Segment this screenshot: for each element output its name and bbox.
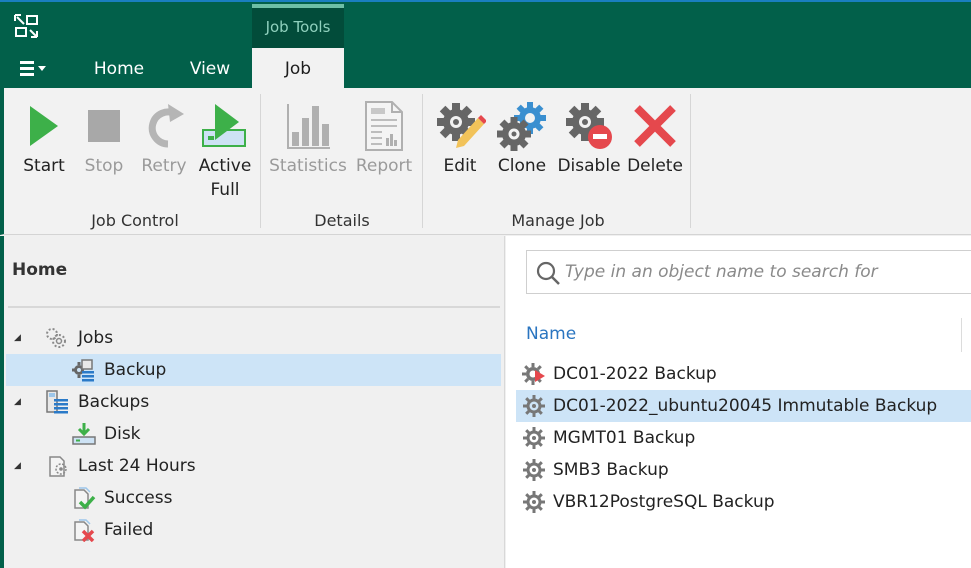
job-row[interactable]: MGMT01 Backup <box>516 422 971 454</box>
search-icon <box>536 261 560 285</box>
job-row[interactable]: DC01-2022 Backup <box>516 358 971 390</box>
navigation-pane: Home ◢ Jobs Backup ◢ Backups Disk ◢ Last… <box>0 236 505 568</box>
tree-item-backups[interactable]: ◢ Backups <box>6 386 501 418</box>
failed-icon <box>74 519 95 542</box>
delete-button[interactable]: Delete <box>624 94 686 178</box>
group-separator <box>690 94 691 228</box>
main-menu-button[interactable] <box>18 57 52 81</box>
active-full-button[interactable]: Active Full <box>194 94 256 202</box>
play-icon <box>30 106 58 146</box>
job-gear-icon <box>523 491 545 513</box>
veeam-console-window: Job Tools Home View Job Start Stop Retry… <box>0 0 971 568</box>
statistics-button[interactable]: Statistics <box>268 94 348 178</box>
disable-button[interactable]: Disable <box>554 94 624 178</box>
tree-item-jobs[interactable]: ◢ Jobs <box>6 322 501 354</box>
ribbon-group-manage-job: Edit Clone Disable Delete Manage Job <box>426 94 690 232</box>
job-gear-icon <box>523 427 545 449</box>
delete-x-icon <box>634 105 676 147</box>
nav-title: Home <box>12 260 68 280</box>
job-row[interactable]: VBR12PostgreSQL Backup <box>516 486 971 518</box>
retry-icon <box>148 104 184 148</box>
expand-arrow-icon[interactable]: ◢ <box>14 386 21 418</box>
nav-separator <box>8 306 500 308</box>
veeam-logo-icon <box>14 14 38 38</box>
clone-gear-icon <box>497 102 546 151</box>
disable-gear-icon <box>566 103 612 149</box>
retry-button[interactable]: Retry <box>134 94 194 178</box>
group-separator <box>422 94 423 228</box>
disk-icon <box>72 423 96 445</box>
ribbon-group-details: Statistics Report Details <box>264 94 420 232</box>
job-row[interactable]: SMB3 Backup <box>516 454 971 486</box>
job-gear-icon <box>523 395 545 417</box>
ribbon: Start Stop Retry Active Full Job Control… <box>0 88 971 235</box>
hamburger-menu-icon <box>20 61 46 76</box>
stop-icon <box>88 110 120 142</box>
job-tools-context-group: Job Tools <box>252 4 344 48</box>
last-24-hours-icon <box>49 456 67 477</box>
tab-home[interactable]: Home <box>80 48 158 90</box>
tree-item-last-24-hours[interactable]: ◢ Last 24 Hours <box>6 450 501 482</box>
group-separator <box>260 94 261 228</box>
report-button[interactable]: Report <box>352 94 416 178</box>
job-row[interactable]: DC01-2022_ubuntu20045 Immutable Backup <box>516 390 971 422</box>
tree-item-failed[interactable]: Failed <box>6 514 501 546</box>
start-button[interactable]: Start <box>14 94 74 178</box>
column-header-name[interactable]: Name <box>526 324 576 344</box>
context-group-label: Job Tools <box>265 18 331 36</box>
success-icon <box>74 487 96 510</box>
tree-item-disk[interactable]: Disk <box>6 418 501 450</box>
expand-arrow-icon[interactable]: ◢ <box>14 322 21 354</box>
active-full-icon <box>202 104 246 147</box>
tree-item-backup[interactable]: Backup <box>6 354 501 386</box>
ribbon-group-job-control: Start Stop Retry Active Full Job Control <box>10 94 260 232</box>
backups-icon <box>46 390 68 414</box>
ribbon-tab-bar: Job Tools Home View Job <box>0 0 971 90</box>
job-gear-icon <box>523 459 545 481</box>
group-label-manage-job: Manage Job <box>511 211 605 230</box>
report-icon <box>365 101 403 151</box>
column-separator[interactable] <box>961 318 962 352</box>
content-pane: Name DC01-2022 Backup <box>506 236 971 568</box>
search-input[interactable] <box>565 259 965 285</box>
group-label-details: Details <box>314 211 370 230</box>
edit-gear-icon <box>437 103 486 148</box>
jobs-gears-icon <box>46 328 66 348</box>
group-label-job-control: Job Control <box>91 211 179 230</box>
tree-item-success[interactable]: Success <box>6 482 501 514</box>
clone-button[interactable]: Clone <box>492 94 552 178</box>
job-running-icon <box>522 363 545 385</box>
statistics-icon <box>287 104 330 149</box>
search-box[interactable] <box>526 250 971 294</box>
expand-arrow-icon[interactable]: ◢ <box>14 450 21 482</box>
tab-view[interactable]: View <box>176 48 244 90</box>
tab-job[interactable]: Job <box>252 48 344 90</box>
edit-button[interactable]: Edit <box>430 94 490 178</box>
stop-button[interactable]: Stop <box>74 94 134 178</box>
backup-job-icon <box>72 359 94 382</box>
